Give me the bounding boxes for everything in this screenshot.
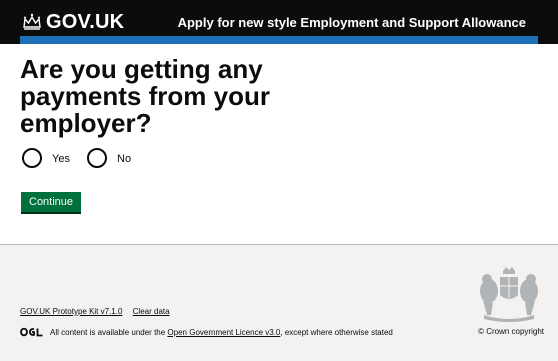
- licence-statement: All content is available under the Open …: [20, 327, 393, 337]
- clear-data-link[interactable]: Clear data: [133, 307, 170, 316]
- radio-button-yes[interactable]: [22, 148, 42, 168]
- radio-group: Yes No: [20, 148, 320, 172]
- radio-label-no[interactable]: No: [117, 153, 131, 165]
- crown-copyright: © Crown copyright: [478, 327, 544, 336]
- radio-label-yes[interactable]: Yes: [52, 153, 70, 165]
- royal-coat-of-arms-icon: [480, 267, 538, 322]
- header-accent-bar: [20, 36, 538, 44]
- question-heading: Are you getting any payments from your e…: [20, 54, 270, 138]
- crown-copyright-link[interactable]: © Crown copyright: [478, 327, 544, 336]
- crown-icon: [23, 13, 41, 30]
- govuk-logo-link[interactable]: GOV.UK: [46, 11, 124, 34]
- footer-links: GOV.UK Prototype Kit v7.1.0 Clear data: [20, 307, 178, 316]
- radio-button-no[interactable]: [87, 148, 107, 168]
- ogl-logo-icon: [20, 327, 43, 337]
- continue-button[interactable]: Continue: [21, 192, 82, 212]
- licence-link[interactable]: Open Government Licence v3.0: [167, 328, 280, 337]
- site-footer: GOV.UK Prototype Kit v7.1.0 Clear data A…: [0, 244, 558, 361]
- main-content: Are you getting any payments from your e…: [20, 54, 538, 212]
- prototype-kit-link[interactable]: GOV.UK Prototype Kit v7.1.0: [20, 307, 122, 316]
- site-header: GOV.UK Apply for new style Employment an…: [0, 0, 558, 44]
- service-name-link[interactable]: Apply for new style Employment and Suppo…: [178, 15, 526, 30]
- licence-prefix: All content is available under the: [50, 327, 166, 337]
- licence-suffix: , except where otherwise stated: [280, 327, 393, 337]
